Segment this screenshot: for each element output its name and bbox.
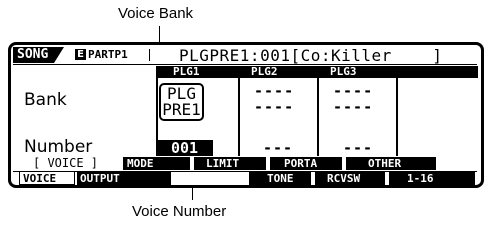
column-divider bbox=[317, 78, 319, 156]
number-row-label: Number bbox=[24, 137, 93, 157]
column-header-bar bbox=[156, 66, 478, 78]
tab-rcvsw[interactable]: RCVSW bbox=[315, 172, 385, 185]
voice-name-display: PLGPRE1:001[Co:Killer ] bbox=[179, 46, 443, 65]
bank-plg3-value[interactable]: ---- ---- bbox=[333, 83, 373, 115]
other-button[interactable]: OTHER bbox=[346, 157, 436, 170]
column-header-plg3: PLG3 bbox=[330, 65, 357, 78]
bank-plg1-value[interactable]: PLG PRE1 bbox=[159, 83, 204, 121]
bank-plg3-line2: ---- bbox=[333, 98, 374, 116]
voice-number-callout: Voice Number bbox=[132, 203, 227, 220]
function-row: [ VOICE ] MODE LIMIT PORTA OTHER bbox=[11, 157, 481, 170]
number-plg3-value[interactable]: --- bbox=[343, 139, 373, 157]
bank-plg3-line1: ---- bbox=[333, 82, 374, 100]
part-label: PARTP1 bbox=[88, 48, 128, 61]
header-separator bbox=[13, 64, 477, 65]
header-divider bbox=[149, 49, 150, 61]
bank-plg1-line2: PRE1 bbox=[162, 100, 201, 119]
limit-button[interactable]: LIMIT bbox=[194, 157, 266, 170]
tab-channel-range[interactable]: 1-16 bbox=[389, 172, 475, 185]
current-function-label: [ VOICE ] bbox=[33, 156, 99, 170]
number-plg1-value[interactable]: 001 bbox=[156, 140, 213, 156]
tab-row: VOICE OUTPUT TONE RCVSW 1-16 bbox=[11, 172, 481, 185]
song-mode-tab[interactable]: SONG bbox=[13, 47, 65, 63]
tab-output[interactable]: OUTPUT bbox=[77, 172, 171, 185]
column-divider bbox=[238, 78, 240, 156]
bank-row-label: Bank bbox=[24, 90, 67, 110]
lcd-display: SONG E PARTP1 PLGPRE1:001[Co:Killer ] PL… bbox=[8, 42, 484, 188]
tab-tone[interactable]: TONE bbox=[249, 172, 311, 185]
number-plg2-value[interactable]: --- bbox=[263, 139, 293, 157]
bank-plg2-line2: ---- bbox=[254, 98, 295, 116]
bank-plg2-value[interactable]: ---- ---- bbox=[254, 83, 294, 115]
porta-button[interactable]: PORTA bbox=[270, 157, 342, 170]
bank-plg2-line1: ---- bbox=[254, 82, 295, 100]
part-e-icon: E bbox=[75, 49, 86, 60]
voice-bank-callout: Voice Bank bbox=[118, 5, 194, 22]
mode-button[interactable]: MODE bbox=[123, 157, 190, 170]
column-divider bbox=[396, 78, 398, 156]
tab-voice[interactable]: VOICE bbox=[19, 172, 75, 185]
column-header-plg2: PLG2 bbox=[251, 65, 278, 78]
column-header-plg1: PLG1 bbox=[173, 65, 200, 78]
